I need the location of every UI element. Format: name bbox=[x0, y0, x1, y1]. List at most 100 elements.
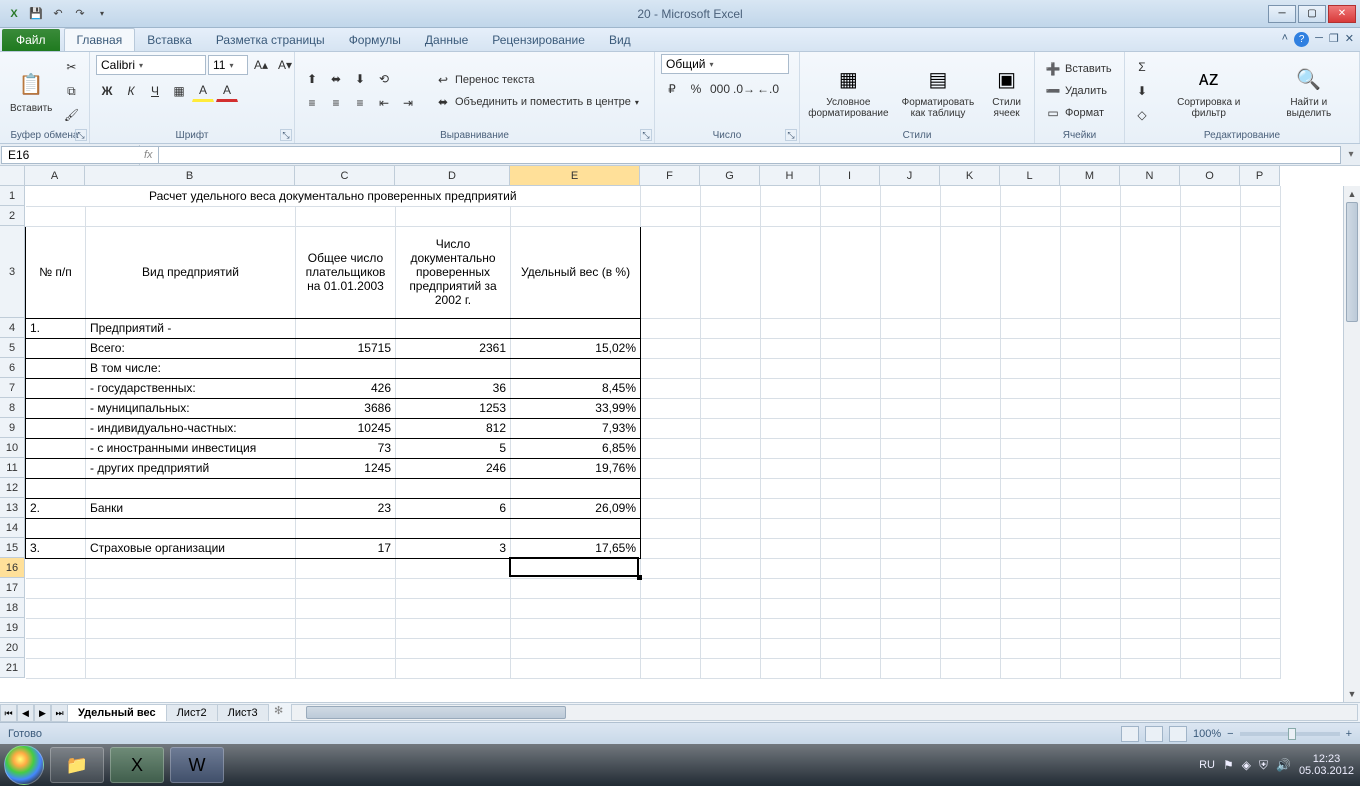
tray-volume-icon[interactable]: 🔊 bbox=[1276, 758, 1291, 772]
number-dialog-launcher[interactable]: ⤡ bbox=[785, 129, 797, 141]
tray-network-icon[interactable]: ◈ bbox=[1242, 758, 1251, 772]
help-icon[interactable]: ? bbox=[1294, 32, 1309, 47]
col-header-M[interactable]: M bbox=[1060, 166, 1120, 186]
decrease-decimal-icon[interactable]: ←.0 bbox=[757, 78, 779, 100]
row-header-20[interactable]: 20 bbox=[0, 638, 25, 658]
tray-flag-icon[interactable]: ⚑ bbox=[1223, 758, 1234, 772]
tab-home[interactable]: Главная bbox=[64, 28, 136, 51]
zoom-out-icon[interactable]: − bbox=[1227, 728, 1233, 740]
scroll-down-icon[interactable]: ▼ bbox=[1344, 686, 1360, 702]
increase-indent-icon[interactable]: ⇥ bbox=[397, 92, 419, 114]
row-header-17[interactable]: 17 bbox=[0, 578, 25, 598]
sheet-tab-active[interactable]: Удельный вес bbox=[67, 704, 167, 721]
format-as-table-button[interactable]: ▤Форматировать как таблицу bbox=[895, 61, 981, 121]
normal-view-icon[interactable] bbox=[1121, 726, 1139, 742]
increase-decimal-icon[interactable]: .0→ bbox=[733, 78, 755, 100]
grow-font-icon[interactable]: A▴ bbox=[250, 54, 272, 76]
merge-center-button[interactable]: ⬌Объединить и поместить в центре ▾ bbox=[431, 92, 643, 112]
accounting-format-icon[interactable]: ₽ bbox=[661, 78, 683, 100]
horizontal-scrollbar[interactable] bbox=[291, 704, 1358, 721]
page-break-view-icon[interactable] bbox=[1169, 726, 1187, 742]
orientation-icon[interactable]: ⟲ bbox=[373, 68, 395, 90]
cells-area[interactable]: Расчет удельного веса документально пров… bbox=[25, 186, 1281, 679]
maximize-button[interactable]: ▢ bbox=[1298, 5, 1326, 23]
doc-restore-icon[interactable]: ❐ bbox=[1329, 32, 1339, 47]
tray-lang[interactable]: RU bbox=[1199, 759, 1215, 771]
col-header-K[interactable]: K bbox=[940, 166, 1000, 186]
row-header-7[interactable]: 7 bbox=[0, 378, 25, 398]
copy-icon[interactable]: ⧉ bbox=[60, 80, 82, 102]
align-middle-icon[interactable]: ⬌ bbox=[325, 68, 347, 90]
col-header-J[interactable]: J bbox=[880, 166, 940, 186]
close-button[interactable]: ✕ bbox=[1328, 5, 1356, 23]
col-header-E[interactable]: E bbox=[510, 166, 640, 186]
save-icon[interactable]: 💾 bbox=[26, 4, 46, 24]
tab-data[interactable]: Данные bbox=[413, 29, 480, 51]
sheet-nav-prev[interactable]: ◀ bbox=[17, 704, 34, 722]
align-bottom-icon[interactable]: ⬇ bbox=[349, 68, 371, 90]
tray-shield-icon[interactable]: ⛨ bbox=[1259, 758, 1268, 773]
taskbar-excel-icon[interactable]: X bbox=[110, 747, 164, 783]
row-header-12[interactable]: 12 bbox=[0, 478, 25, 498]
spreadsheet-grid[interactable]: ABCDEFGHIJKLMNOP 12345678910111213141516… bbox=[0, 166, 1360, 702]
font-name-combo[interactable]: Calibri▾ bbox=[96, 55, 206, 75]
sheet-tab-2[interactable]: Лист2 bbox=[166, 704, 218, 721]
sort-filter-button[interactable]: ᴀᴢСортировка и фильтр bbox=[1157, 61, 1261, 121]
paste-button[interactable]: 📋 Вставить bbox=[6, 67, 56, 116]
insert-cells-button[interactable]: ➕Вставить bbox=[1041, 59, 1116, 79]
row-header-1[interactable]: 1 bbox=[0, 186, 25, 206]
col-header-C[interactable]: C bbox=[295, 166, 395, 186]
tab-page-layout[interactable]: Разметка страницы bbox=[204, 29, 337, 51]
shrink-font-icon[interactable]: A▾ bbox=[274, 54, 296, 76]
comma-format-icon[interactable]: 000 bbox=[709, 78, 731, 100]
sheet-nav-next[interactable]: ▶ bbox=[34, 704, 51, 722]
align-left-icon[interactable]: ≡ bbox=[301, 92, 323, 114]
row-header-3[interactable]: 3 bbox=[0, 226, 25, 318]
tab-insert[interactable]: Вставка bbox=[135, 29, 204, 51]
font-size-combo[interactable]: 11▾ bbox=[208, 55, 248, 75]
fx-icon[interactable]: fx bbox=[144, 149, 153, 161]
redo-icon[interactable]: ↷ bbox=[70, 4, 90, 24]
col-header-I[interactable]: I bbox=[820, 166, 880, 186]
row-header-13[interactable]: 13 bbox=[0, 498, 25, 518]
font-dialog-launcher[interactable]: ⤡ bbox=[280, 129, 292, 141]
fill-color-icon[interactable]: A bbox=[192, 80, 214, 102]
align-center-icon[interactable]: ≡ bbox=[325, 92, 347, 114]
italic-button[interactable]: К bbox=[120, 80, 142, 102]
clear-icon[interactable]: ◇ bbox=[1131, 104, 1153, 126]
qat-customize-icon[interactable]: ▾ bbox=[92, 4, 112, 24]
borders-icon[interactable]: ▦ bbox=[168, 80, 190, 102]
page-layout-view-icon[interactable] bbox=[1145, 726, 1163, 742]
align-top-icon[interactable]: ⬆ bbox=[301, 68, 323, 90]
vscroll-thumb[interactable] bbox=[1346, 202, 1358, 322]
doc-close-icon[interactable]: ✕ bbox=[1345, 32, 1354, 47]
zoom-knob[interactable] bbox=[1288, 728, 1296, 740]
bold-button[interactable]: Ж bbox=[96, 80, 118, 102]
wrap-text-button[interactable]: ↩Перенос текста bbox=[431, 70, 643, 90]
col-header-D[interactable]: D bbox=[395, 166, 510, 186]
col-header-P[interactable]: P bbox=[1240, 166, 1280, 186]
sheet-tab-3[interactable]: Лист3 bbox=[217, 704, 269, 721]
col-header-G[interactable]: G bbox=[700, 166, 760, 186]
col-header-O[interactable]: O bbox=[1180, 166, 1240, 186]
underline-button[interactable]: Ч bbox=[144, 80, 166, 102]
autosum-icon[interactable]: Σ bbox=[1131, 56, 1153, 78]
percent-format-icon[interactable]: % bbox=[685, 78, 707, 100]
vertical-scrollbar[interactable]: ▲ ▼ bbox=[1343, 186, 1360, 702]
tab-view[interactable]: Вид bbox=[597, 29, 643, 51]
align-right-icon[interactable]: ≡ bbox=[349, 92, 371, 114]
taskbar-word-icon[interactable]: W bbox=[170, 747, 224, 783]
row-header-15[interactable]: 15 bbox=[0, 538, 25, 558]
col-header-N[interactable]: N bbox=[1120, 166, 1180, 186]
row-header-11[interactable]: 11 bbox=[0, 458, 25, 478]
scroll-up-icon[interactable]: ▲ bbox=[1344, 186, 1360, 202]
zoom-in-icon[interactable]: + bbox=[1346, 728, 1352, 740]
doc-minimize-icon[interactable]: ─ bbox=[1315, 32, 1323, 47]
find-select-button[interactable]: 🔍Найти и выделить bbox=[1265, 61, 1353, 121]
fill-icon[interactable]: ⬇ bbox=[1131, 80, 1153, 102]
clipboard-dialog-launcher[interactable]: ⤡ bbox=[75, 129, 87, 141]
zoom-slider[interactable] bbox=[1240, 732, 1340, 736]
row-header-5[interactable]: 5 bbox=[0, 338, 25, 358]
hscroll-thumb[interactable] bbox=[306, 706, 566, 719]
fill-handle[interactable] bbox=[637, 575, 642, 580]
